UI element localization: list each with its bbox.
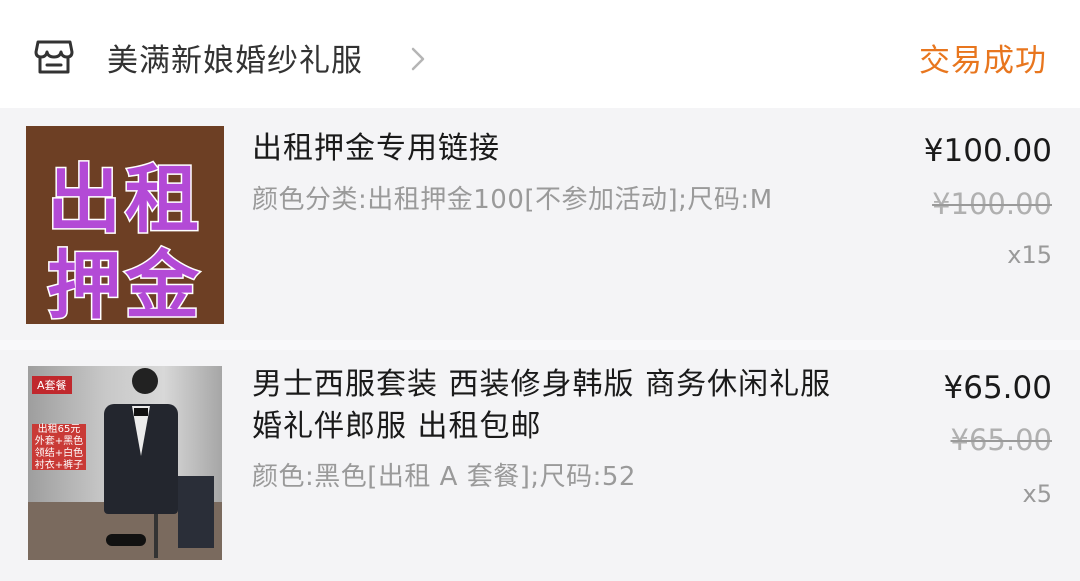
chevron-right-icon[interactable] — [408, 44, 428, 74]
product-title[interactable]: 出租押金专用链接 — [252, 128, 500, 170]
mannequin-stand — [154, 514, 158, 558]
product-quantity: x15 — [1007, 241, 1052, 269]
product-spec: 颜色:黑色[出租 A 套餐];尺码:52 — [252, 462, 636, 492]
product-spec: 颜色分类:出租押金100[不参加活动];尺码:M — [252, 185, 773, 215]
shop-name-link[interactable]: 美满新娘婚纱礼服 — [107, 35, 363, 80]
order-item[interactable]: 出租 押金 出租押金专用链接 颜色分类:出租押金100[不参加活动];尺码:M … — [0, 108, 1080, 340]
order-item[interactable]: A套餐 出租65元 外套+黑色领结+白色衬衣+裤子 男士西服套装 西装修身韩版 … — [0, 350, 1080, 581]
brand-logo — [132, 368, 158, 394]
price-tag: 出租65元 外套+黑色领结+白色衬衣+裤子 — [32, 424, 86, 471]
product-quantity: x5 — [1022, 480, 1052, 508]
order-status: 交易成功 — [919, 43, 1047, 79]
bow-tie-image — [134, 408, 148, 416]
product-price: ¥65.00 — [943, 370, 1052, 406]
product-price: ¥100.00 — [923, 133, 1052, 169]
original-price: ¥100.00 — [932, 187, 1052, 221]
product-thumbnail[interactable]: 出租 押金 — [26, 126, 224, 324]
original-price: ¥65.00 — [950, 423, 1052, 457]
order-header: 美满新娘婚纱礼服 交易成功 — [0, 0, 1080, 109]
price-tag-detail: 外套+黑色领结+白色衬衣+裤子 — [34, 436, 84, 471]
product-thumbnail[interactable]: A套餐 出租65元 外套+黑色领结+白色衬衣+裤子 — [28, 366, 222, 560]
item-divider — [0, 340, 1080, 350]
store-icon[interactable] — [34, 38, 74, 76]
package-badge: A套餐 — [32, 376, 72, 394]
product-title[interactable]: 男士西服套装 西装修身韩版 商务休闲礼服 婚礼伴郎服 出租包邮 — [252, 364, 852, 448]
price-tag-title: 出租65元 — [37, 424, 81, 435]
shoes-image — [106, 534, 146, 546]
suit-pants-image — [178, 476, 214, 548]
thumbnail-text: 押金 — [46, 242, 203, 325]
